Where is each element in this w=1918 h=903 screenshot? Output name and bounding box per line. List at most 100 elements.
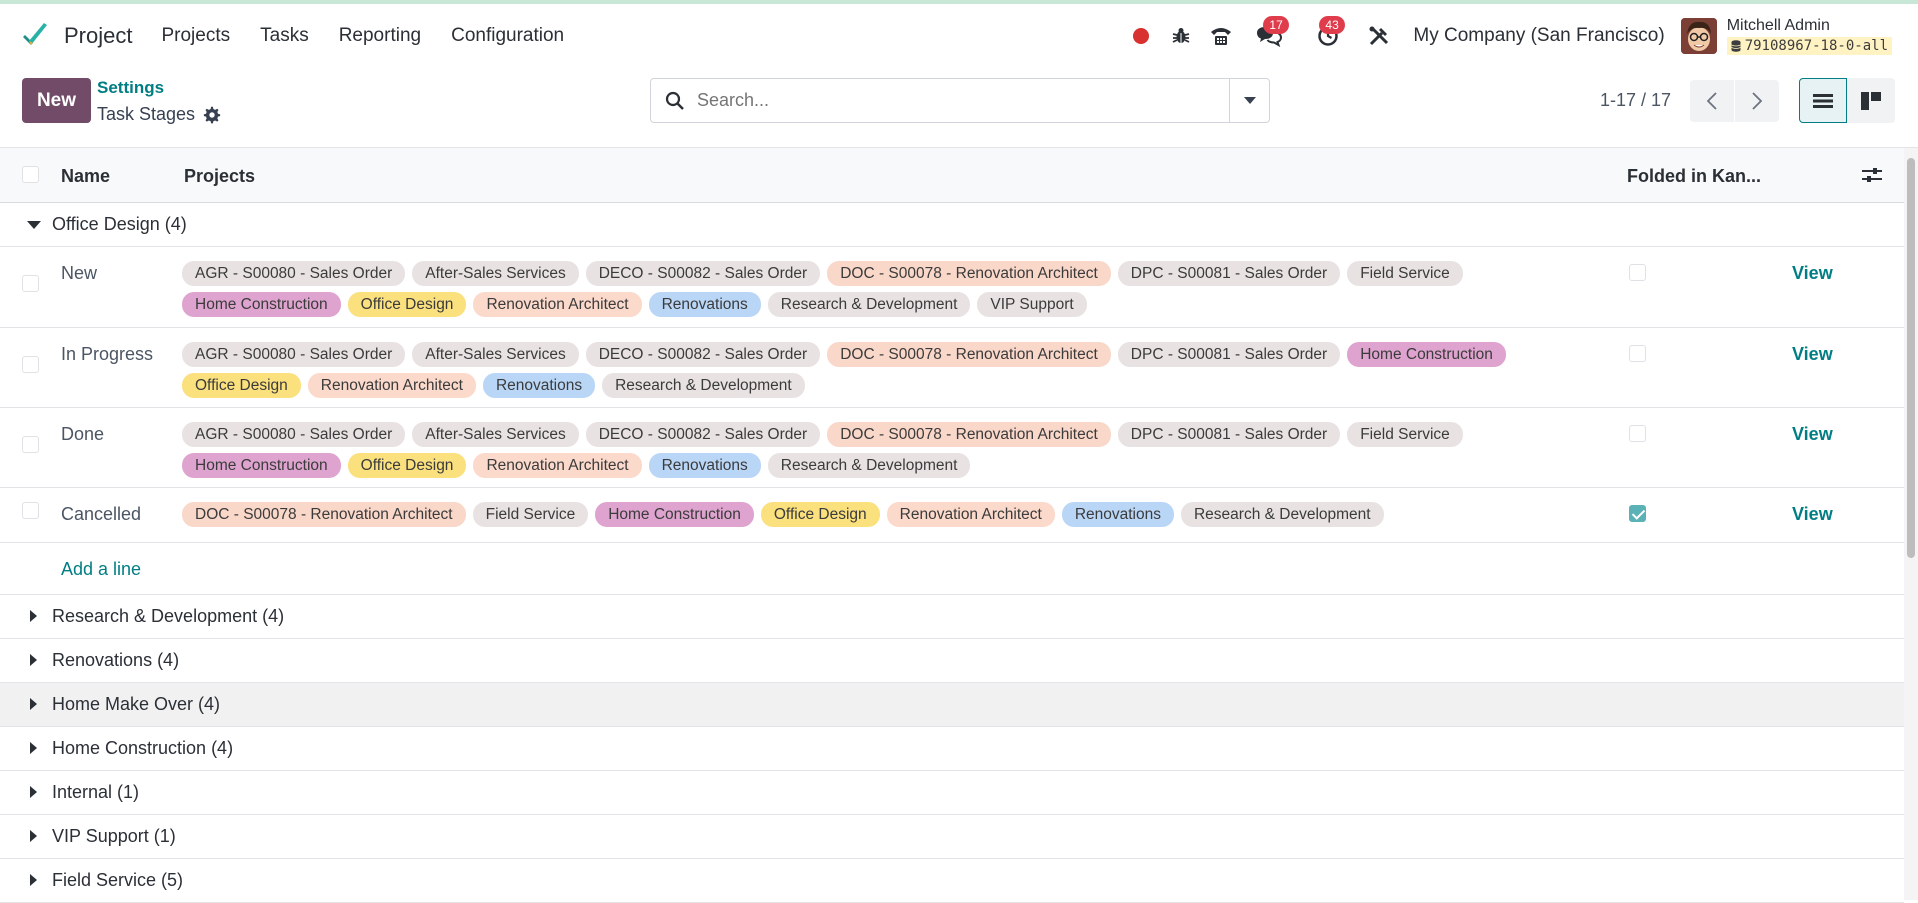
new-button[interactable]: New bbox=[22, 78, 91, 123]
project-tag: DPC - S00081 - Sales Order bbox=[1117, 261, 1341, 286]
project-tag: Research & Development bbox=[767, 292, 971, 317]
add-line-row: Add a line bbox=[0, 543, 1904, 595]
caret-right-icon bbox=[30, 786, 37, 798]
user-avatar[interactable] bbox=[1680, 18, 1717, 54]
stage-name[interactable]: New bbox=[61, 263, 97, 284]
project-tag: DPC - S00081 - Sales Order bbox=[1117, 342, 1341, 367]
database-name: 79108967-18-0-all bbox=[1726, 37, 1892, 55]
table-row[interactable]: Cancelled DOC - S00078 - Renovation Archi… bbox=[0, 488, 1904, 543]
table-row[interactable]: Done AGR - S00080 - Sales Order After-Sale… bbox=[0, 408, 1904, 488]
project-tag: Renovations bbox=[482, 373, 596, 398]
search-icon bbox=[665, 91, 684, 110]
group-header[interactable]: Renovations (4) bbox=[0, 639, 1904, 683]
scrollbar-thumb[interactable] bbox=[1907, 158, 1915, 558]
search-options-toggle[interactable] bbox=[1229, 79, 1269, 122]
pager-value[interactable]: 1-17 / 17 bbox=[1600, 90, 1671, 111]
menu-configuration[interactable]: Configuration bbox=[436, 25, 579, 47]
row-select-checkbox[interactable] bbox=[22, 275, 39, 292]
column-projects-header[interactable]: Projects bbox=[184, 166, 255, 187]
project-tag: DECO - S00082 - Sales Order bbox=[585, 261, 821, 286]
menu-reporting[interactable]: Reporting bbox=[324, 25, 436, 47]
add-line-link[interactable]: Add a line bbox=[61, 559, 141, 580]
group-header[interactable]: Internal (1) bbox=[0, 771, 1904, 815]
column-folded-header[interactable]: Folded in Kan... bbox=[1627, 166, 1761, 187]
group-label: Renovations (4) bbox=[52, 650, 180, 670]
caret-down-icon bbox=[27, 221, 41, 229]
page-title-text: Task Stages bbox=[97, 104, 196, 124]
folded-checkbox[interactable] bbox=[1629, 345, 1646, 362]
project-tag: After-Sales Services bbox=[412, 261, 579, 286]
stage-name[interactable]: Done bbox=[61, 424, 104, 445]
project-app-logo-icon[interactable] bbox=[20, 21, 50, 51]
vertical-scrollbar[interactable] bbox=[1904, 148, 1918, 900]
list-view-button[interactable] bbox=[1799, 78, 1847, 123]
table-row[interactable]: In Progress AGR - S00080 - Sales Order Aft… bbox=[0, 328, 1904, 408]
projects-tags: AGR - S00080 - Sales Order After-Sales Se… bbox=[182, 261, 1562, 323]
optional-columns-icon[interactable] bbox=[1862, 166, 1882, 184]
groups-container: Office Design (4) New AGR - S00080 - Sales… bbox=[0, 203, 1904, 903]
view-link[interactable]: View bbox=[1792, 344, 1833, 365]
database-icon bbox=[1731, 40, 1741, 52]
project-tag: Renovation Architect bbox=[307, 373, 476, 398]
folded-checkbox[interactable] bbox=[1629, 264, 1646, 281]
breadcrumb-settings[interactable]: Settings bbox=[97, 78, 164, 98]
systray: 17 43 My Company (San Francisco) Mitchel… bbox=[1121, 4, 1918, 68]
view-link[interactable]: View bbox=[1792, 504, 1833, 525]
project-tag: Renovations bbox=[648, 453, 761, 478]
stages-list: Name Projects Folded in Kan... Office De… bbox=[0, 148, 1904, 903]
app-name[interactable]: Project bbox=[64, 23, 132, 49]
record-icon[interactable] bbox=[1121, 4, 1161, 68]
group-header[interactable]: VIP Support (1) bbox=[0, 815, 1904, 859]
project-tag: Renovation Architect bbox=[473, 292, 642, 317]
project-tag: DOC - S00078 - Renovation Architect bbox=[827, 261, 1111, 286]
view-link[interactable]: View bbox=[1792, 263, 1833, 284]
column-name-header[interactable]: Name bbox=[61, 166, 110, 187]
row-select-checkbox[interactable] bbox=[22, 356, 39, 373]
app-brand[interactable]: Project bbox=[20, 21, 132, 51]
menu-tasks[interactable]: Tasks bbox=[245, 25, 324, 47]
group-header[interactable]: Field Service (5) bbox=[0, 859, 1904, 903]
folded-checkbox[interactable] bbox=[1629, 425, 1646, 442]
project-tag: DECO - S00082 - Sales Order bbox=[585, 342, 821, 367]
activities-count-badge: 43 bbox=[1319, 16, 1345, 34]
user-menu[interactable]: Mitchell Admin 79108967-18-0-all bbox=[1680, 17, 1892, 55]
project-tag: Field Service bbox=[1347, 422, 1463, 447]
row-select-checkbox[interactable] bbox=[22, 502, 39, 519]
project-tag: VIP Support bbox=[977, 292, 1087, 317]
debug-bug-icon[interactable] bbox=[1161, 4, 1201, 68]
projects-tags: AGR - S00080 - Sales Order After-Sales Se… bbox=[182, 422, 1562, 484]
projects-tags: DOC - S00078 - Renovation Architect Field… bbox=[182, 502, 1562, 533]
project-tag: Office Design bbox=[182, 373, 301, 398]
group-header[interactable]: Office Design (4) bbox=[0, 203, 1904, 247]
stage-name[interactable]: In Progress bbox=[61, 344, 153, 365]
messages-icon[interactable]: 17 bbox=[1241, 4, 1297, 68]
company-switcher[interactable]: My Company (San Francisco) bbox=[1413, 25, 1664, 47]
project-tag: Field Service bbox=[1347, 261, 1463, 286]
tools-icon[interactable] bbox=[1359, 4, 1399, 68]
row-select-checkbox[interactable] bbox=[22, 436, 39, 453]
folded-checkbox[interactable] bbox=[1629, 505, 1646, 522]
gear-icon[interactable] bbox=[203, 106, 221, 124]
caret-down-icon bbox=[1243, 96, 1256, 104]
search-input[interactable] bbox=[695, 89, 1215, 112]
pager-next-button[interactable] bbox=[1735, 80, 1779, 122]
select-all-checkbox[interactable] bbox=[22, 166, 39, 183]
group-header[interactable]: Home Make Over (4) bbox=[0, 683, 1904, 727]
kanban-view-button[interactable] bbox=[1847, 78, 1895, 123]
stage-name[interactable]: Cancelled bbox=[61, 504, 141, 525]
project-tag: DOC - S00078 - Renovation Architect bbox=[182, 502, 466, 527]
search-bar[interactable] bbox=[650, 78, 1270, 123]
view-link[interactable]: View bbox=[1792, 424, 1833, 445]
table-row[interactable]: New AGR - S00080 - Sales Order After-Sales… bbox=[0, 247, 1904, 328]
activities-clock-icon[interactable]: 43 bbox=[1297, 4, 1359, 68]
project-tag: Renovations bbox=[648, 292, 761, 317]
view-switcher bbox=[1799, 78, 1895, 123]
pager-buttons bbox=[1690, 80, 1779, 122]
pager-previous-button[interactable] bbox=[1690, 80, 1734, 122]
chevron-right-icon bbox=[1752, 92, 1762, 110]
phone-icon[interactable] bbox=[1201, 4, 1241, 68]
group-header[interactable]: Research & Development (4) bbox=[0, 595, 1904, 639]
menu-projects[interactable]: Projects bbox=[146, 25, 245, 47]
group-header[interactable]: Home Construction (4) bbox=[0, 727, 1904, 771]
project-tag: DOC - S00078 - Renovation Architect bbox=[827, 422, 1111, 447]
